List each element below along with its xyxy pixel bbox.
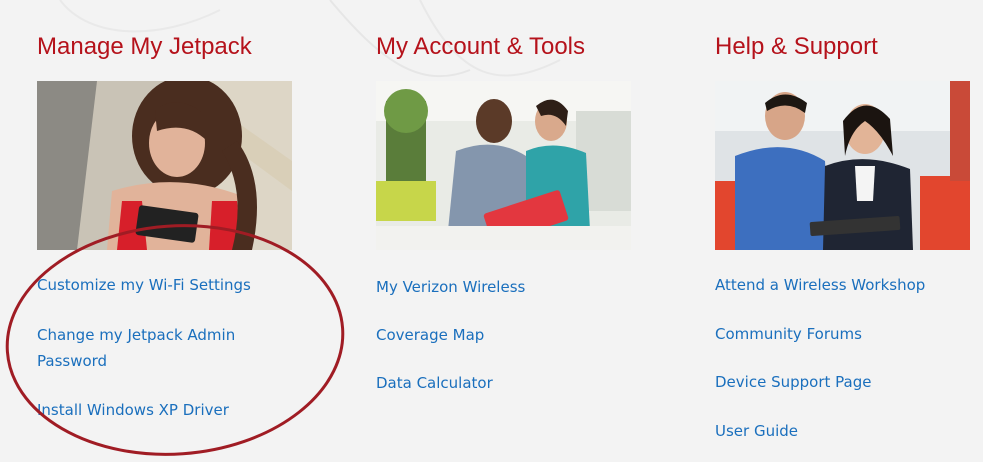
manage-jetpack-heading: Manage My Jetpack	[37, 33, 252, 60]
woman-with-phone-photo	[37, 81, 292, 250]
attend-wireless-workshop-link[interactable]: Attend a Wireless Workshop	[715, 273, 925, 297]
community-forums-link[interactable]: Community Forums	[715, 322, 862, 346]
user-guide-link[interactable]: User Guide	[715, 419, 798, 443]
install-windows-xp-driver-link[interactable]: Install Windows XP Driver	[37, 398, 229, 422]
coverage-map-link[interactable]: Coverage Map	[376, 323, 484, 347]
change-admin-password-link[interactable]: Change my Jetpack Admin	[37, 323, 235, 347]
two-people-with-tablet-photo	[376, 81, 631, 250]
change-admin-password-link-line-2[interactable]: Password	[37, 349, 107, 373]
couple-with-tablet-photo	[715, 81, 970, 250]
customize-wifi-settings-link[interactable]: Customize my Wi-Fi Settings	[37, 273, 251, 297]
my-verizon-wireless-link[interactable]: My Verizon Wireless	[376, 275, 525, 299]
account-tools-heading: My Account & Tools	[376, 33, 585, 60]
device-support-page-link[interactable]: Device Support Page	[715, 370, 871, 394]
help-support-heading: Help & Support	[715, 33, 878, 60]
data-calculator-link[interactable]: Data Calculator	[376, 371, 493, 395]
